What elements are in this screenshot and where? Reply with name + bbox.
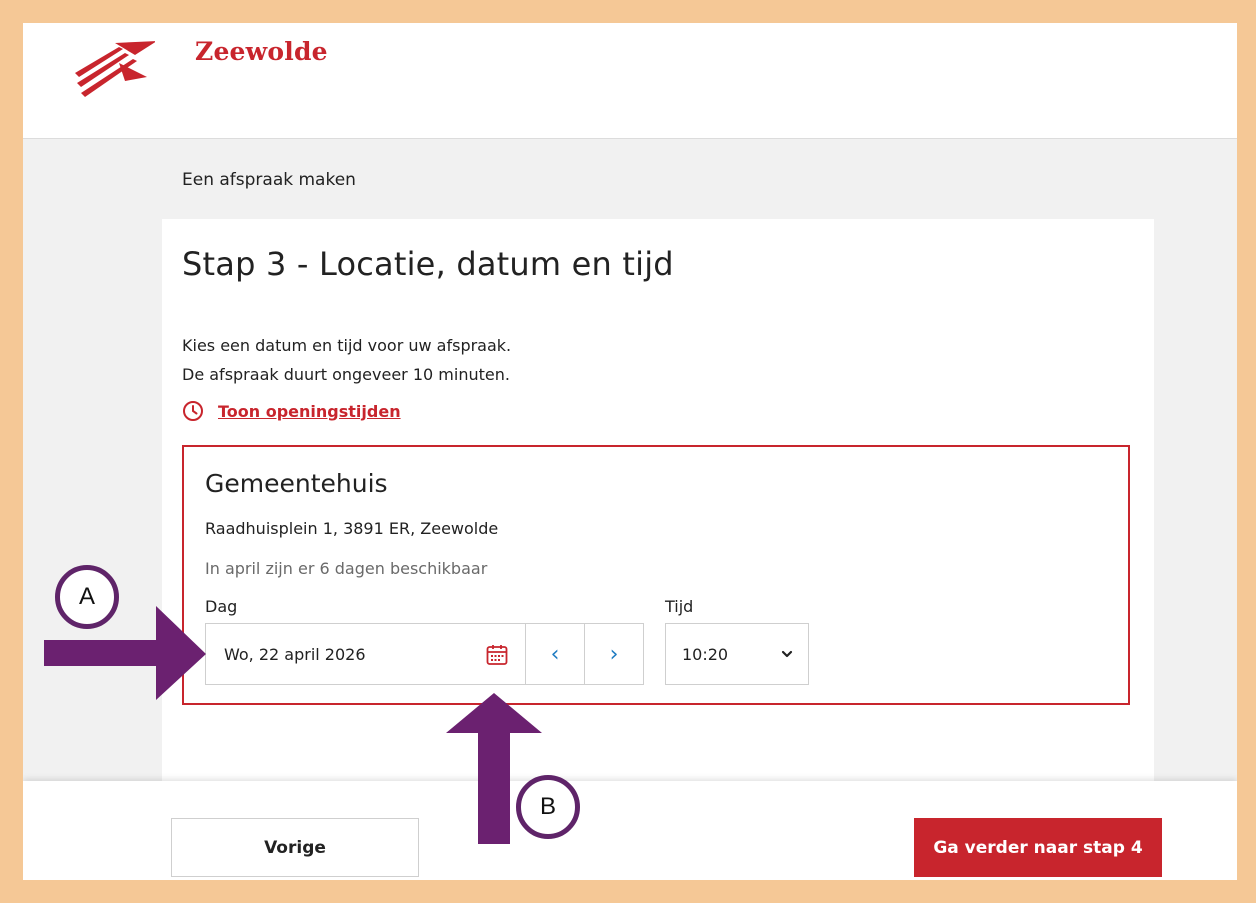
site-header: Zeewolde xyxy=(23,23,1237,139)
page-frame: Zeewolde Een afspraak maken Stap 3 - Loc… xyxy=(23,23,1237,880)
calendar-icon[interactable] xyxy=(485,643,509,667)
chevron-right-icon: › xyxy=(609,641,619,667)
page-subtitle: Een afspraak maken xyxy=(182,170,356,190)
day-label: Dag xyxy=(205,597,238,616)
step-card: Stap 3 - Locatie, datum en tijd Kies een… xyxy=(162,219,1154,839)
time-label: Tijd xyxy=(665,597,694,616)
clock-icon xyxy=(183,401,203,421)
step-title: Stap 3 - Locatie, datum en tijd xyxy=(182,245,674,283)
previous-button[interactable]: Vorige xyxy=(171,818,419,877)
day-value: Wo, 22 april 2026 xyxy=(224,644,366,664)
location-panel: Gemeentehuis Raadhuisplein 1, 3891 ER, Z… xyxy=(182,445,1130,705)
availability-text: In april zijn er 6 dagen beschikbaar xyxy=(205,559,488,578)
brand-name[interactable]: Zeewolde xyxy=(195,37,328,66)
next-day-button[interactable]: › xyxy=(584,623,644,685)
time-value: 10:20 xyxy=(682,644,729,664)
chevron-down-icon xyxy=(781,650,793,658)
day-input[interactable]: Wo, 22 april 2026 xyxy=(205,623,526,685)
step-intro: Kies een datum en tijd voor uw afspraak.… xyxy=(182,331,511,389)
intro-line: De afspraak duurt ongeveer 10 minuten. xyxy=(182,365,510,384)
location-name: Gemeentehuis xyxy=(205,469,388,498)
footer-bar: Vorige Ga verder naar stap 4 xyxy=(23,781,1237,880)
chevron-left-icon: ‹ xyxy=(550,641,560,667)
time-select[interactable]: 10:20 xyxy=(665,623,809,685)
zeewolde-logo-icon[interactable] xyxy=(75,37,155,97)
opening-hours-label: Toon openingstijden xyxy=(218,401,401,421)
previous-day-button[interactable]: ‹ xyxy=(525,623,585,685)
intro-line: Kies een datum en tijd voor uw afspraak. xyxy=(182,336,512,355)
annotation-badge-a: A xyxy=(55,565,119,629)
location-address: Raadhuisplein 1, 3891 ER, Zeewolde xyxy=(205,519,499,538)
annotation-badge-b: B xyxy=(516,775,580,839)
continue-step-4-button[interactable]: Ga verder naar stap 4 xyxy=(914,818,1162,877)
opening-hours-link[interactable]: Toon openingstijden xyxy=(182,400,401,422)
